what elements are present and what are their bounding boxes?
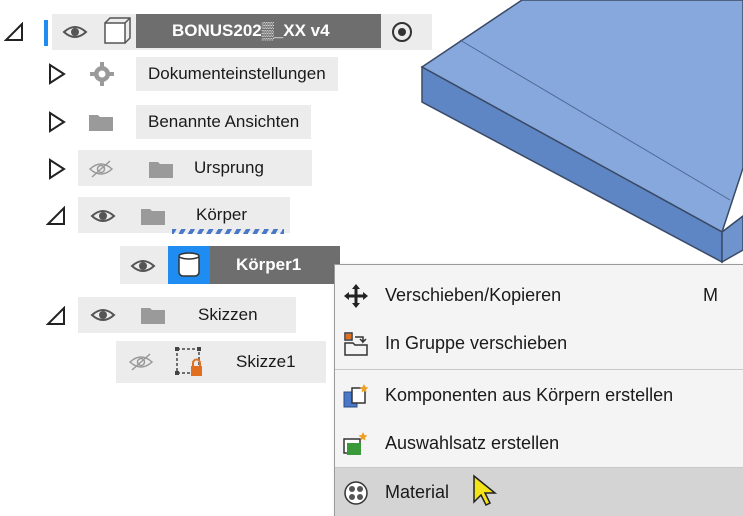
tree-item-named-views[interactable]: Benannte Ansichten xyxy=(136,105,312,139)
gear-icon xyxy=(90,62,114,86)
menu-item-label: In Gruppe verschieben xyxy=(385,333,568,353)
expand-triangle-icon[interactable] xyxy=(48,158,66,180)
eye-hidden-icon[interactable] xyxy=(128,352,154,372)
menu-item-create-components[interactable]: Komponenten aus Körpern erstellen xyxy=(335,371,743,419)
menu-item-label: Material xyxy=(385,482,450,502)
menu-separator xyxy=(335,369,743,370)
sketch-locked-icon xyxy=(175,347,202,376)
folder-icon xyxy=(89,115,113,131)
tree-item-origin[interactable]: Ursprung xyxy=(194,151,264,185)
eye-icon[interactable] xyxy=(62,22,88,42)
folder-icon xyxy=(149,162,173,178)
collapse-triangle-icon[interactable] xyxy=(46,206,66,226)
selection-set-icon xyxy=(343,432,368,455)
menu-item-label: Auswahlsatz erstellen xyxy=(385,433,560,453)
menu-item-move-to-group[interactable]: In Gruppe verschieben xyxy=(335,319,743,367)
menu-item-material[interactable]: Material xyxy=(335,468,743,516)
create-components-icon xyxy=(343,384,369,408)
expand-triangle-icon[interactable] xyxy=(48,111,66,133)
eye-icon[interactable] xyxy=(90,305,116,325)
move-to-group-icon xyxy=(344,332,368,356)
tree-item-body1[interactable]: Körper1 xyxy=(210,246,340,284)
active-indicator xyxy=(44,20,48,46)
tree-item-bodies[interactable]: Körper xyxy=(196,198,247,232)
folder-icon xyxy=(141,308,165,324)
eye-hidden-icon[interactable] xyxy=(88,159,114,179)
menu-item-move-copy[interactable]: Verschieben/Kopieren M xyxy=(335,271,743,319)
move-icon xyxy=(344,284,368,308)
eye-icon[interactable] xyxy=(130,256,156,276)
eye-icon[interactable] xyxy=(90,206,116,226)
material-icon xyxy=(344,481,368,505)
root-label[interactable]: BONUS202▒_XX v4 xyxy=(136,14,381,48)
tree-item-document-settings[interactable]: Dokumenteinstellungen xyxy=(136,57,338,91)
folder-icon xyxy=(141,209,165,225)
viewport-3d-body[interactable] xyxy=(400,0,743,290)
component-box-icon xyxy=(104,17,131,44)
tree-item-sketches[interactable]: Skizzen xyxy=(198,298,258,332)
body-cylinder-icon xyxy=(178,252,200,277)
drop-target-indicator xyxy=(172,229,284,234)
menu-item-label: Verschieben/Kopieren xyxy=(385,285,562,305)
tree-item-sketch1[interactable]: Skizze1 xyxy=(236,345,296,379)
collapse-triangle-icon[interactable] xyxy=(4,22,24,42)
context-menu: Verschieben/Kopieren M In Gruppe verschi… xyxy=(334,264,743,516)
mouse-cursor-icon xyxy=(473,474,498,507)
activate-radio-icon[interactable] xyxy=(390,20,414,44)
collapse-triangle-icon[interactable] xyxy=(46,306,66,326)
menu-item-create-selection-set[interactable]: Auswahlsatz erstellen xyxy=(335,419,743,467)
shortcut-key: M xyxy=(703,285,718,305)
expand-triangle-icon[interactable] xyxy=(48,63,66,85)
menu-item-label: Komponenten aus Körpern erstellen xyxy=(385,385,674,405)
